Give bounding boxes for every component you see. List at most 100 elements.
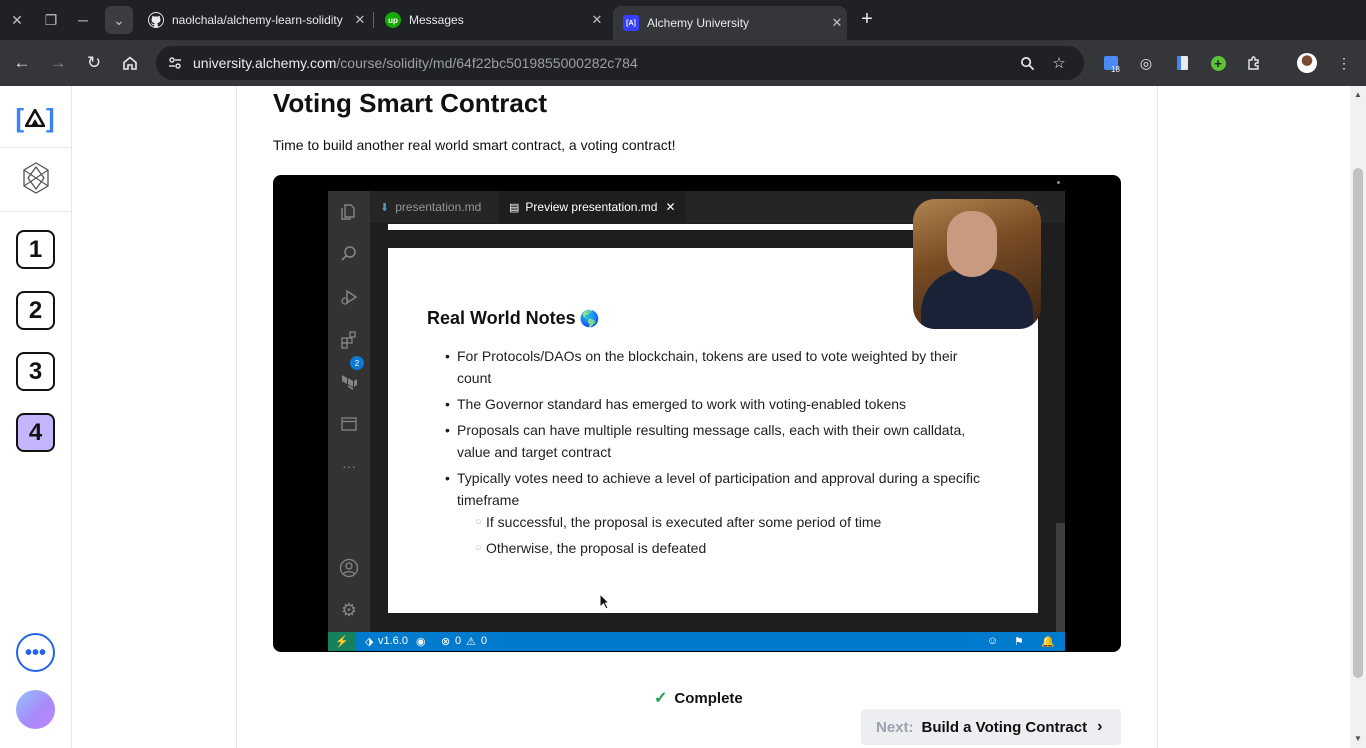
extension-badge: 18 — [1111, 65, 1120, 74]
editor-tab-label: Preview presentation.md — [525, 200, 658, 214]
slide-bullet-line: The Governor standard has emerged to wor… — [457, 396, 907, 412]
forward-arrow-icon[interactable]: → — [46, 51, 70, 75]
editor-tab-presentation: ⬇ presentation.md — [370, 191, 491, 223]
extensions-badge: 2 — [350, 356, 364, 370]
status-warnings: 0 — [481, 635, 488, 647]
mouse-cursor-icon — [599, 592, 611, 610]
explorer-icon — [338, 201, 360, 223]
close-tab-icon[interactable]: ✕ — [587, 12, 607, 28]
close-editor-tab-icon: ✕ — [665, 200, 676, 214]
slide-bullet-line: Proposals can have multiple resulting me… — [457, 422, 966, 438]
close-tab-icon[interactable]: ✕ — [350, 12, 370, 28]
browser-tab-bar: ✕ ❐ ─ ⌄ naolchala/alchemy-learn-solidity… — [0, 0, 1366, 40]
settings-gear-icon: ⚙ — [340, 599, 358, 620]
slide-title: Real World Notes 🌎 — [427, 308, 600, 329]
user-avatar[interactable] — [16, 690, 55, 729]
notifications-bell-icon: 🔔 — [1041, 636, 1055, 648]
section-button-1[interactable]: 1 — [16, 230, 55, 269]
minimize-window-icon[interactable]: ─ — [69, 6, 97, 34]
sidebar-divider — [0, 211, 71, 212]
search-icon — [338, 243, 360, 265]
tab-github[interactable]: naolchala/alchemy-learn-solidity ✕ — [138, 6, 370, 34]
slide-bullet-line: value and target contract — [457, 444, 612, 460]
tab-messages[interactable]: up Messages ✕ — [375, 6, 607, 34]
slide-sub-bullet-line: Otherwise, the proposal is defeated — [486, 540, 707, 556]
slide-title-text: Real World Notes — [427, 308, 576, 328]
preview-icon: ▤ — [509, 201, 520, 214]
markdown-file-icon: ⬇ — [380, 201, 390, 214]
url-host: university.alchemy.com — [193, 55, 337, 71]
home-icon[interactable] — [118, 51, 142, 75]
new-tab-icon[interactable]: + — [856, 9, 878, 31]
tab-title: naolchala/alchemy-learn-solidity — [172, 13, 343, 27]
browser-menu-icon[interactable]: ⋮ — [1333, 52, 1355, 74]
lesson-title: Voting Smart Contract — [273, 88, 547, 118]
scroll-down-arrow-icon[interactable]: ▼ — [1354, 734, 1362, 743]
bookmark-star-icon[interactable]: ☆ — [1050, 54, 1068, 72]
checkmark-icon: ✓ — [654, 690, 668, 707]
warning-icon: ⚠ — [466, 636, 476, 648]
extension-plus-icon[interactable]: + — [1207, 52, 1229, 74]
slide-sub-bullet: ○ Otherwise, the proposal is defeated — [475, 537, 707, 559]
sub-bullet-circle-icon: ○ — [475, 542, 482, 554]
browser-toolbar: ← → ↻ university.alchemy.com/course/soli… — [0, 40, 1366, 86]
extensions-puzzle-icon[interactable] — [1243, 52, 1265, 74]
page: [ ] 1 2 3 4 ••• Voting Smart Contract Ti… — [0, 86, 1366, 748]
slide-bullet: • Proposals can have multiple resulting … — [445, 419, 966, 463]
github-icon — [148, 12, 164, 28]
tab-search-chevron-icon[interactable]: ⌄ — [105, 6, 133, 34]
broadcast-icon: ◉ — [416, 636, 426, 648]
extensions-icon — [338, 329, 360, 351]
extension-docs-icon[interactable] — [1171, 52, 1193, 74]
ethereum-course-icon[interactable] — [21, 162, 51, 194]
page-scrollbar[interactable]: ▲ ▼ — [1350, 86, 1366, 748]
close-window-icon[interactable]: ✕ — [3, 6, 31, 34]
slide-bullet-line: For Protocols/DAOs on the blockchain, to… — [457, 348, 958, 364]
next-label: Next: — [876, 718, 914, 736]
reload-icon[interactable]: ↻ — [82, 51, 106, 75]
presenter-webcam — [913, 199, 1041, 329]
editor-scrollbar — [1056, 523, 1065, 632]
tag-icon: ⬗ — [365, 636, 374, 648]
feedback-icon: ⚑ — [1014, 636, 1024, 648]
tab-divider — [373, 12, 374, 28]
more-options-button[interactable]: ••• — [16, 633, 55, 672]
url-path: /course/solidity/md/64f22bc5019855000282… — [336, 55, 638, 71]
lesson-video[interactable]: 2 ··· ⚙ ⬇ presentation.md ▤ Preview pres… — [273, 175, 1121, 652]
back-arrow-icon[interactable]: ← — [10, 51, 34, 75]
video-indicator-dot — [1057, 181, 1060, 184]
alchemy-logo[interactable]: [ ] — [14, 100, 56, 136]
profile-avatar-icon[interactable] — [1296, 52, 1318, 74]
slide-bullet: • For Protocols/DAOs on the blockchain, … — [445, 345, 958, 389]
site-info-icon[interactable] — [166, 54, 184, 72]
slide-bullet-line: timeframe — [457, 492, 520, 508]
complete-status: ✓ Complete — [654, 688, 743, 708]
complete-label: Complete — [674, 689, 743, 707]
browser-preview-icon — [338, 413, 360, 435]
alchemy-icon: [A] — [623, 15, 639, 31]
scroll-up-arrow-icon[interactable]: ▲ — [1354, 90, 1362, 99]
section-button-3[interactable]: 3 — [16, 352, 55, 391]
run-debug-icon — [338, 286, 360, 308]
vscode-activity-bar: 2 ··· ⚙ — [328, 191, 370, 632]
next-lesson-title: Build a Voting Contract — [921, 718, 1088, 736]
vscode-status-bar: ⚡ ⬗ v1.6.0 ◉ ⊗ 0 ⚠ 0 ☺ ⚑ 🔔 — [328, 632, 1065, 651]
remote-icon: ⚡ — [328, 632, 356, 651]
tab-title: Messages — [409, 13, 464, 27]
restore-window-icon[interactable]: ❐ — [37, 6, 65, 34]
upwork-icon: up — [385, 12, 401, 28]
address-bar[interactable]: university.alchemy.com/course/solidity/m… — [156, 46, 1084, 80]
chevron-right-icon: › — [1097, 718, 1103, 735]
section-button-2[interactable]: 2 — [16, 291, 55, 330]
bullet-dot-icon: • — [445, 422, 450, 438]
section-button-4[interactable]: 4 — [16, 413, 55, 452]
extension-target-icon[interactable]: ◎ — [1135, 52, 1157, 74]
tab-alchemy-university[interactable]: [A] Alchemy University ✕ — [613, 6, 847, 40]
slide-bullet-line: Typically votes need to achieve a level … — [457, 470, 980, 486]
close-tab-icon[interactable]: ✕ — [827, 15, 847, 31]
page-scrollbar-thumb[interactable] — [1353, 168, 1363, 678]
zoom-icon[interactable] — [1018, 54, 1036, 72]
extension-tabs-icon[interactable]: 18 — [1100, 52, 1122, 74]
copilot-icon: ☺ — [987, 635, 999, 647]
next-lesson-button[interactable]: Next: Build a Voting Contract › — [861, 709, 1121, 745]
